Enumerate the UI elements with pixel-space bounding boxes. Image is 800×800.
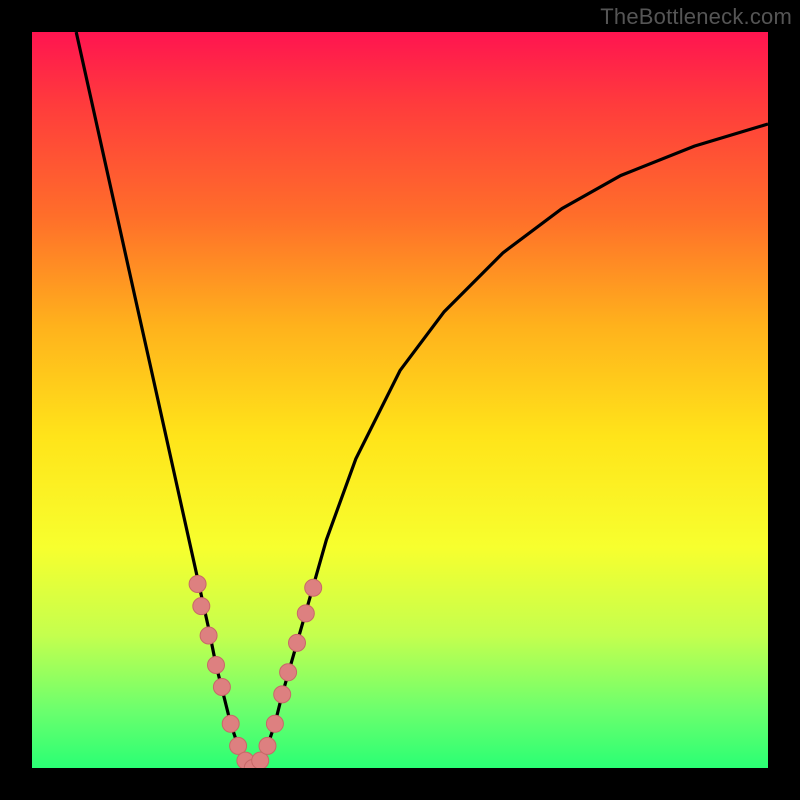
watermark-label: TheBottleneck.com	[600, 4, 792, 30]
chart-frame: TheBottleneck.com	[0, 0, 800, 800]
plot-gradient-background	[32, 32, 768, 768]
